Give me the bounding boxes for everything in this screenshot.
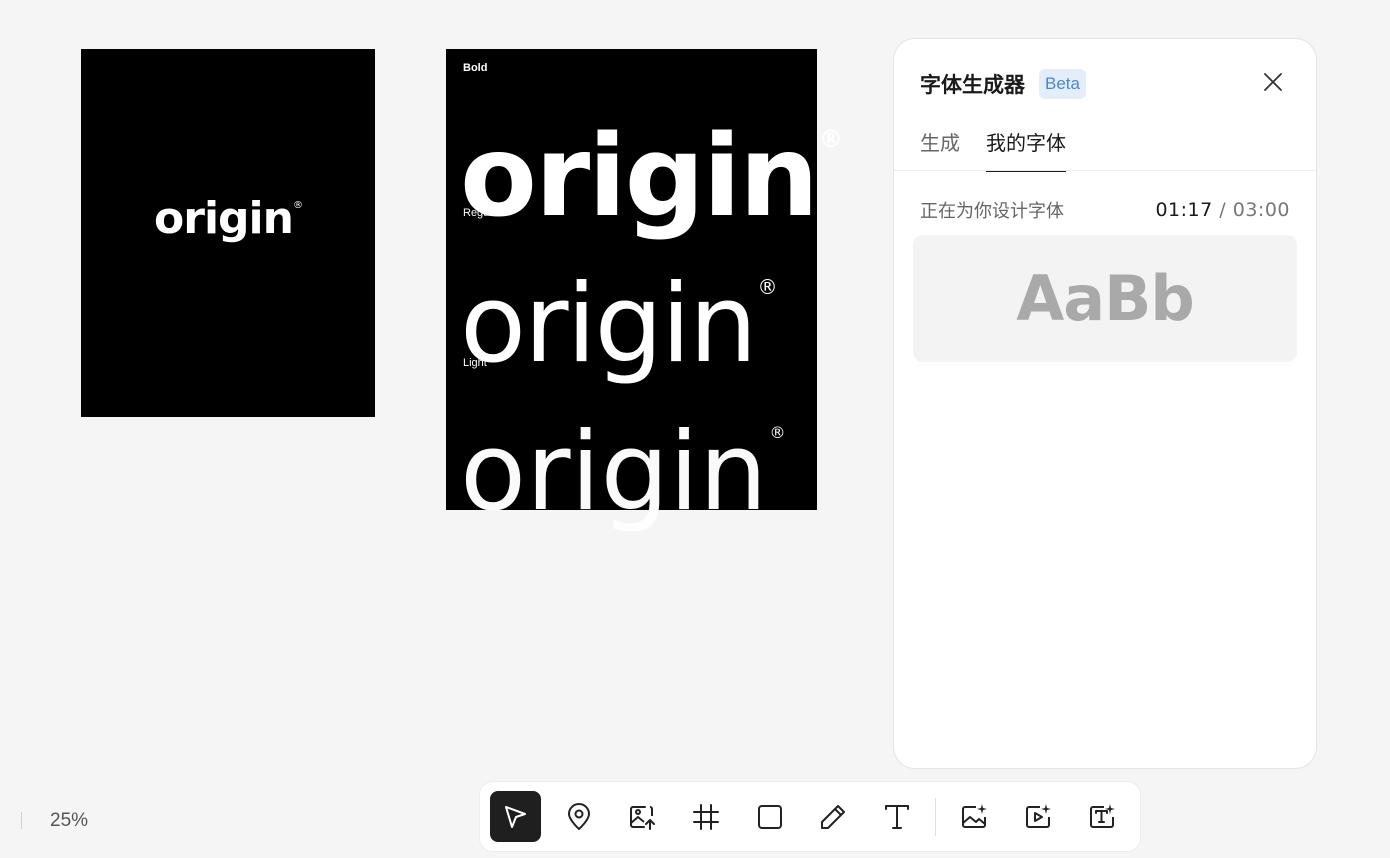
tool-pencil[interactable] [808, 791, 859, 842]
tool-pin[interactable] [554, 791, 605, 842]
font-preview-card[interactable]: AaBb [913, 235, 1297, 362]
pencil-icon [821, 804, 846, 829]
tool-image-upload[interactable] [617, 791, 668, 842]
weight-label-light: Light [463, 357, 487, 369]
artboard-logo-weights[interactable]: Bold origin® Regular origin ® Light origi… [446, 49, 843, 527]
logo-light: origin ® [460, 410, 786, 535]
weight-label-regular: Regular [463, 207, 502, 219]
logo-origin: origin® [154, 193, 303, 244]
artboard-logo-small[interactable]: origin® [81, 49, 375, 417]
ai-image-icon [962, 803, 988, 828]
tool-text[interactable] [872, 791, 923, 842]
logo-bold: origin® [460, 112, 843, 242]
frame-hash-icon [693, 803, 720, 830]
tool-ai-video[interactable] [1013, 791, 1064, 842]
status-text: 正在为你设计字体 [920, 201, 1064, 222]
pointer-icon [505, 805, 527, 828]
bottom-toolbar [479, 781, 1141, 852]
tool-select[interactable] [490, 791, 541, 842]
ai-video-icon [1026, 803, 1052, 828]
map-pin-icon [567, 802, 590, 830]
tab-generate[interactable]: 生成 [920, 127, 960, 172]
zoom-divider [21, 812, 22, 829]
status-row: 正在为你设计字体 01:17 / 03:00 [920, 197, 1290, 223]
toolbar-separator [935, 797, 937, 836]
font-generator-panel: 字体生成器 Beta 生成 我的字体 正在为你设计字体 01:17 / 03:0… [893, 38, 1317, 769]
timer: 01:17 / 03:00 [1155, 199, 1290, 221]
timer-elapsed: 01:17 [1155, 199, 1213, 221]
weight-label-bold: Bold [463, 62, 488, 74]
panel-header: 字体生成器 Beta [920, 69, 1086, 99]
panel-tabs: 生成 我的字体 [920, 127, 1066, 172]
close-icon [1264, 73, 1282, 91]
text-icon [884, 804, 909, 829]
tool-ai-image[interactable] [949, 791, 1000, 842]
tab-divider [894, 170, 1316, 171]
timer-total: 03:00 [1232, 199, 1290, 221]
beta-badge: Beta [1039, 69, 1086, 99]
panel-title: 字体生成器 [920, 73, 1025, 97]
timer-separator: / [1219, 199, 1227, 221]
image-upload-icon [630, 805, 656, 830]
tool-rectangle[interactable] [744, 791, 795, 842]
ai-text-icon [1089, 803, 1115, 828]
tool-ai-text[interactable] [1076, 791, 1127, 842]
font-preview-text: AaBb [1016, 262, 1194, 335]
zoom-level[interactable]: 25% [50, 810, 88, 832]
tool-frame[interactable] [681, 791, 732, 842]
close-button[interactable] [1260, 69, 1286, 95]
tab-my-fonts[interactable]: 我的字体 [986, 127, 1066, 172]
rectangle-icon [757, 804, 782, 829]
logo-regular: origin ® [460, 262, 778, 387]
